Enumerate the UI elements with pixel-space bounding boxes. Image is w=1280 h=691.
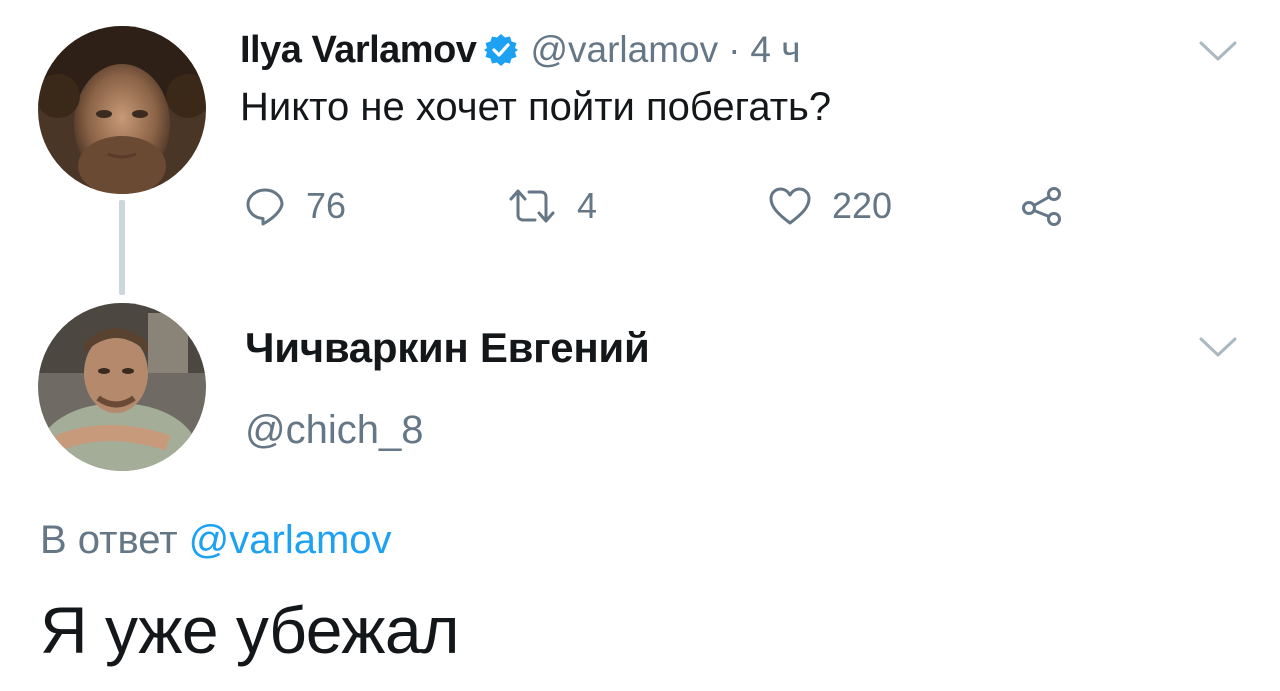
reply-author-name[interactable]: Чичваркин Евгений: [245, 324, 650, 372]
retweet-count: 4: [577, 185, 598, 226]
reply-button[interactable]: 76: [244, 178, 346, 234]
reply-context: В ответ @varlamov: [40, 518, 392, 563]
reply-to-link[interactable]: @varlamov: [189, 518, 392, 562]
tweet2-menu-button[interactable]: [1198, 334, 1238, 365]
tweet1-header: Ilya Varlamov @varlamov · 4 ч: [240, 24, 801, 76]
tweet-text: Никто не хочет пойти побегать?: [240, 85, 832, 129]
like-button[interactable]: 220: [768, 178, 892, 234]
author-handle[interactable]: @varlamov: [530, 29, 718, 71]
share-button[interactable]: [1020, 178, 1066, 234]
like-count: 220: [832, 185, 893, 226]
avatar-chich[interactable]: [38, 303, 206, 471]
retweet-icon: [509, 189, 555, 223]
author-name[interactable]: Ilya Varlamov: [240, 29, 477, 72]
thread-line: [119, 200, 125, 295]
retweet-button[interactable]: 4: [507, 178, 597, 234]
share-icon: [1022, 187, 1061, 226]
chevron-down-icon: [1199, 41, 1237, 61]
meta-separator: ·: [728, 29, 741, 70]
reply-icon: [246, 188, 284, 226]
reply-prefix: В ответ: [40, 518, 178, 562]
chevron-down-icon: [1199, 337, 1237, 357]
verified-badge-icon: [484, 33, 519, 67]
reply-tweet-text: Я уже убежал: [40, 593, 460, 667]
avatar-varlamov[interactable]: [38, 26, 206, 194]
tweet-time[interactable]: 4 ч: [750, 29, 800, 71]
reply-count: 76: [306, 185, 347, 226]
reply-author-handle[interactable]: @chich_8: [245, 408, 423, 453]
like-icon: [769, 187, 811, 225]
tweet1-menu-button[interactable]: [1198, 38, 1238, 69]
